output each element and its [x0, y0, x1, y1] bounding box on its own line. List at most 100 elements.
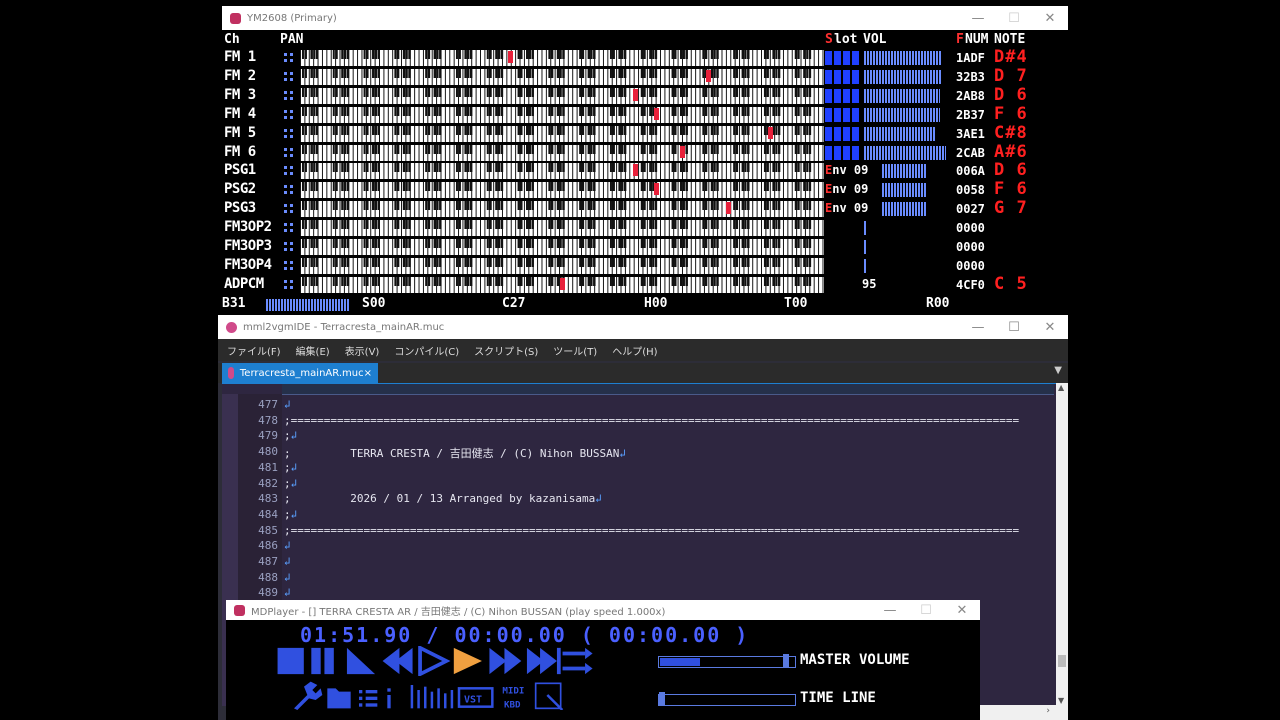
slider-knob[interactable]	[659, 692, 665, 706]
close-button[interactable]: ✕	[1032, 315, 1068, 339]
keyboard	[300, 87, 824, 104]
active-key	[705, 69, 711, 82]
master-volume-slider[interactable]	[658, 654, 796, 668]
volume-bar	[882, 202, 926, 217]
channel-label: FM3OP2	[224, 219, 272, 236]
tab-terracresta[interactable]: Terracresta_mainAR.muc ×	[222, 363, 378, 383]
code-text: ;	[284, 507, 291, 521]
keyboard	[300, 144, 824, 161]
code-line[interactable]: ;↲	[284, 477, 1050, 490]
code-text: ;=======================================…	[284, 413, 1020, 427]
adpcm-value: 95	[862, 276, 877, 291]
code-line[interactable]: ;↲	[284, 429, 1050, 442]
note-value: F 6	[994, 179, 1028, 200]
status-row: B31 S00 C27 H00 T00 R00	[222, 295, 1068, 315]
code-line[interactable]: ;↲	[284, 461, 1050, 474]
close-button[interactable]: ✕	[944, 600, 980, 620]
pan-indicator	[282, 221, 298, 235]
timeline-slider[interactable]	[658, 692, 796, 706]
volume-bar	[864, 69, 942, 84]
menu-view[interactable]: 表示(V)	[345, 343, 380, 358]
scroll-up-icon[interactable]: ▲	[1058, 383, 1064, 392]
t-value: T00	[784, 296, 808, 311]
pause-icon	[311, 647, 334, 675]
fnum-value: 0000	[956, 240, 985, 254]
code-line[interactable]: ;=======================================…	[284, 414, 1050, 427]
code-line[interactable]: ↲	[284, 539, 1050, 552]
close-button[interactable]: ✕	[1032, 6, 1068, 30]
slot-indicator	[825, 88, 861, 103]
pan-indicator	[282, 70, 298, 84]
channel-label: FM 2	[224, 67, 256, 84]
code-line[interactable]: ;=======================================…	[284, 524, 1050, 537]
keyboard	[300, 182, 824, 199]
scroll-thumb[interactable]	[1058, 655, 1066, 667]
minimize-button[interactable]: —	[960, 6, 996, 30]
channel-label: FM 3	[224, 86, 256, 103]
menu-help[interactable]: ヘルプ(H)	[612, 343, 657, 358]
maximize-button[interactable]: ☐	[996, 6, 1032, 30]
slider-knob[interactable]	[783, 654, 789, 668]
code-line[interactable]: ↲	[284, 555, 1050, 568]
volume-bar	[864, 88, 940, 103]
minimize-button[interactable]: —	[960, 315, 996, 339]
channel-label: FM 4	[224, 105, 256, 122]
note-value: C#8	[994, 122, 1028, 143]
channel-label: FM 1	[224, 49, 256, 65]
tab-dropdown-icon[interactable]: ▼	[1054, 365, 1062, 376]
app-icon	[226, 321, 237, 333]
code-line[interactable]: ↲	[284, 571, 1050, 584]
active-key	[726, 202, 732, 215]
menu-file[interactable]: ファイル(F)	[227, 343, 281, 358]
line-return-icon: ↲	[284, 570, 291, 584]
keyboard	[300, 125, 824, 142]
menu-edit[interactable]: 編集(E)	[296, 343, 330, 358]
envelope-label: Env 09	[825, 163, 869, 178]
keyboard	[300, 239, 824, 255]
maximize-button[interactable]: ☐	[996, 315, 1032, 339]
menu-tools[interactable]: ツール(T)	[553, 343, 597, 358]
menu-compile[interactable]: コンパイル(C)	[394, 343, 459, 358]
file-icon	[228, 367, 234, 379]
ym2608-window: YM2608 (Primary) — ☐ ✕ Ch PAN S lot VOL …	[222, 6, 1068, 314]
window-title: MDPlayer - [] TERRA CRESTA AR / 吉田健志 / (…	[251, 606, 666, 618]
envelope-label: Env 09	[825, 182, 869, 197]
code-text: ;	[284, 429, 291, 443]
pan-indicator	[282, 259, 298, 273]
pan-indicator	[282, 278, 298, 292]
scroll-down-icon[interactable]: ▼	[1058, 696, 1064, 705]
menu-script[interactable]: スクリプト(S)	[474, 343, 538, 358]
ym2608-titlebar[interactable]: YM2608 (Primary) — ☐ ✕	[222, 6, 1068, 30]
slot-indicator	[825, 69, 861, 84]
app-icon	[234, 604, 245, 616]
scroll-right-icon[interactable]: ›	[1046, 706, 1050, 716]
vertical-scrollbar[interactable]: ▲ ▼	[1056, 383, 1068, 705]
pan-indicator	[282, 183, 298, 197]
code-line[interactable]: ; TERRA CRESTA / 吉田健志 / (C) Nihon BUSSAN…	[284, 445, 1050, 461]
line-number: 488	[258, 570, 278, 584]
active-key	[632, 88, 638, 101]
code-line[interactable]: ↲	[284, 586, 1050, 599]
mdplayer-titlebar[interactable]: MDPlayer - [] TERRA CRESTA AR / 吉田健志 / (…	[226, 600, 980, 620]
minimize-button[interactable]: —	[872, 600, 908, 620]
fnum-value: 1ADF	[956, 51, 985, 65]
info-icon	[387, 688, 391, 709]
vst-label: VST	[464, 695, 482, 706]
pan-indicator	[282, 89, 298, 103]
line-return-icon: ↲	[290, 476, 298, 490]
tab-close-button[interactable]: ×	[364, 368, 372, 379]
note-value: F 6	[994, 103, 1028, 124]
code-line[interactable]: ;↲	[284, 508, 1050, 521]
fnum-value: 3AE1	[956, 126, 985, 141]
line-number: 485	[258, 523, 278, 537]
maximize-button[interactable]: ☐	[908, 600, 944, 620]
header-note: NOTE	[994, 32, 1026, 47]
code-line[interactable]: ; 2026 / 01 / 13 Arranged by kazanisama↲	[284, 492, 1050, 505]
ide-titlebar[interactable]: mml2vgmIDE - Terracresta_mainAR.muc — ☐ …	[218, 315, 1068, 339]
header-pan: PAN	[280, 32, 304, 47]
fnum-value: 2CAB	[956, 145, 985, 160]
keyboard	[300, 68, 824, 85]
header-slot-s: S	[825, 32, 833, 47]
horizontal-scrollbar[interactable]: ›	[978, 705, 1068, 720]
code-line[interactable]: ↲	[284, 398, 1050, 411]
